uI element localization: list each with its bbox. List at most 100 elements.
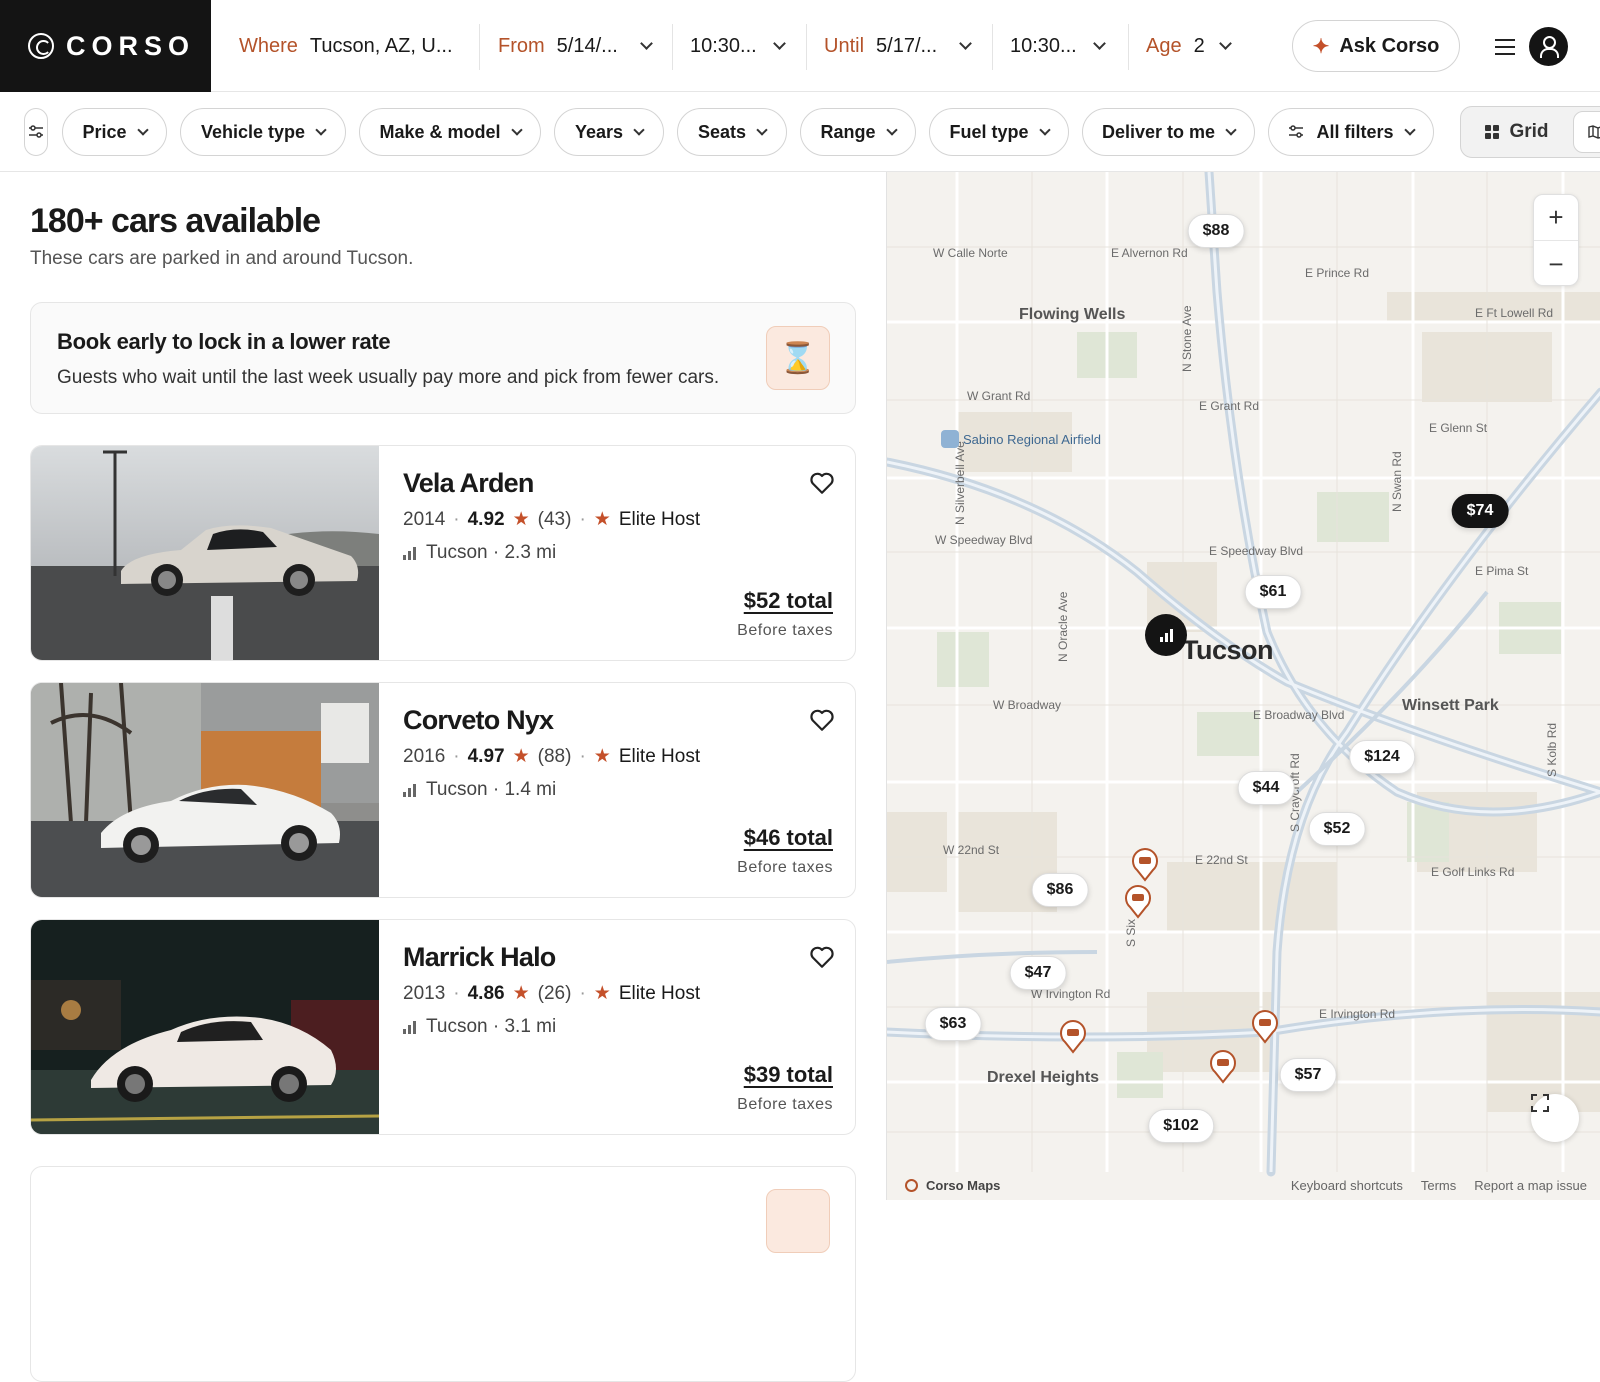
filter-range[interactable]: Range	[800, 108, 916, 156]
hamburger-menu-icon[interactable]	[1495, 39, 1515, 55]
car-marker-icon[interactable]	[1208, 1048, 1238, 1084]
street-label: W Calle Norte	[933, 246, 1008, 260]
zoom-out-button[interactable]: −	[1534, 241, 1578, 287]
filter-price[interactable]: Price	[62, 108, 167, 156]
report-map-issue-link[interactable]: Report a map issue	[1474, 1178, 1587, 1193]
filter-deliver-to-me[interactable]: Deliver to me	[1082, 108, 1255, 156]
car-card[interactable]: Corveto Nyx 2016 · 4.97 ★ (88) · ★ Elite Ho…	[30, 682, 856, 898]
from-label: From	[498, 34, 545, 57]
keyboard-shortcuts-link[interactable]: Keyboard shortcuts	[1291, 1178, 1403, 1193]
car-photo[interactable]	[31, 446, 379, 660]
heart-icon[interactable]	[809, 707, 835, 733]
street-label: E Pima St	[1475, 564, 1529, 578]
car-price[interactable]: $46 total	[744, 825, 833, 851]
car-name[interactable]: Corveto Nyx	[403, 705, 554, 736]
car-marker-icon[interactable]	[1123, 883, 1153, 919]
car-price[interactable]: $39 total	[744, 1062, 833, 1088]
car-price[interactable]: $52 total	[744, 588, 833, 614]
street-label: E Glenn St	[1429, 421, 1488, 435]
divider	[672, 24, 673, 70]
price-pin[interactable]: $52	[1308, 812, 1366, 846]
view-map-button[interactable]	[1573, 111, 1600, 153]
price-pin-selected[interactable]: $74	[1451, 494, 1509, 528]
car-meta: 2014 · 4.92 ★ (43) · ★ Elite Host	[403, 508, 701, 531]
host-badge: Elite Host	[618, 745, 701, 767]
terms-link[interactable]: Terms	[1421, 1178, 1456, 1193]
filter-range-label: Range	[820, 121, 876, 142]
chevron-down-icon	[136, 123, 149, 136]
filter-years[interactable]: Years	[554, 108, 664, 156]
until-date-value: 5/17/...	[876, 34, 938, 57]
from-date-field[interactable]: From 5/14/...	[498, 0, 653, 92]
heart-icon[interactable]	[809, 944, 835, 970]
age-field[interactable]: Age 2	[1146, 0, 1232, 92]
price-pin[interactable]: $44	[1237, 771, 1295, 805]
from-time-value: 10:30...	[690, 34, 757, 57]
signal-bars-icon	[403, 546, 416, 560]
chevron-down-icon	[639, 37, 653, 50]
filter-all-filters[interactable]: All filters	[1268, 108, 1434, 156]
user-avatar-icon[interactable]	[1529, 27, 1568, 66]
price-pin[interactable]: $63	[924, 1007, 982, 1041]
car-card[interactable]	[30, 1166, 856, 1382]
corso-maps-logo-icon	[905, 1179, 918, 1192]
car-marker-icon[interactable]	[1250, 1008, 1280, 1044]
zoom-in-button[interactable]: +	[1534, 195, 1578, 241]
chevron-down-icon	[315, 123, 327, 136]
elite-star-icon: ★	[593, 983, 611, 1004]
chevron-down-icon	[1225, 123, 1237, 136]
chevron-down-icon	[756, 123, 768, 136]
view-grid-button[interactable]: Grid	[1465, 111, 1569, 153]
price-pin[interactable]: $86	[1031, 873, 1089, 907]
from-time-field[interactable]: 10:30...	[690, 0, 786, 92]
age-label: Age	[1146, 34, 1182, 57]
until-time-value: 10:30...	[1010, 34, 1077, 57]
map-footer: Corso Maps Keyboard shortcuts Terms Repo…	[887, 1170, 1600, 1200]
price-pin[interactable]: $61	[1244, 575, 1302, 609]
chevron-down-icon	[1092, 37, 1106, 50]
price-note: Before taxes	[737, 859, 833, 876]
car-reviews: (88)	[537, 745, 572, 767]
until-time-field[interactable]: 10:30...	[1010, 0, 1106, 92]
car-year: 2013	[403, 982, 446, 1004]
map-canvas[interactable]: W Calle Norte E Alvernon Rd E Prince Rd …	[887, 172, 1600, 1200]
city-location-pin[interactable]	[1145, 614, 1187, 656]
price-pin[interactable]: $47	[1009, 956, 1067, 990]
fullscreen-button[interactable]	[1531, 1094, 1579, 1142]
until-date-field[interactable]: Until 5/17/...	[824, 0, 973, 92]
filter-sliders-button[interactable]	[24, 108, 48, 156]
filter-years-label: Years	[574, 121, 624, 142]
ask-corso-button[interactable]: ✦ Ask Corso	[1292, 20, 1460, 72]
heart-icon[interactable]	[809, 470, 835, 496]
filter-all-filters-label: All filters	[1316, 121, 1394, 142]
car-card[interactable]: Vela Arden 2014 · 4.92 ★ (43) · ★ Elite Hos…	[30, 445, 856, 661]
car-location: Tucson · 3.1 mi	[403, 1016, 556, 1038]
price-pin[interactable]: $102	[1148, 1109, 1214, 1143]
price-pin[interactable]: $88	[1187, 214, 1245, 248]
star-icon: ★	[512, 509, 530, 530]
car-marker-icon[interactable]	[1130, 846, 1160, 882]
results-subtitle: These cars are parked in and around Tucs…	[30, 248, 414, 269]
chevron-down-icon	[1403, 123, 1416, 136]
filter-seats[interactable]: Seats	[677, 108, 787, 156]
street-label: E Speedway Blvd	[1209, 544, 1303, 558]
card-badge-icon	[766, 1189, 830, 1253]
price-pin[interactable]: $124	[1349, 740, 1415, 774]
car-photo[interactable]	[31, 683, 379, 897]
where-field[interactable]: Where Tucson, AZ, U...	[239, 0, 453, 92]
brand-logo[interactable]: CORSO	[0, 0, 211, 92]
filter-make-model[interactable]: Make & model	[359, 108, 541, 156]
hourglass-icon: ⌛	[766, 326, 830, 390]
car-card[interactable]: Marrick Halo 2013 · 4.86 ★ (26) · ★ Elite H…	[30, 919, 856, 1135]
logo-mark-icon	[28, 33, 54, 59]
map-panel[interactable]: W Calle Norte E Alvernon Rd E Prince Rd …	[886, 172, 1600, 1200]
car-reviews: (43)	[537, 508, 572, 530]
car-photo[interactable]	[31, 920, 379, 1134]
where-label: Where	[239, 34, 298, 57]
car-name[interactable]: Vela Arden	[403, 468, 534, 499]
car-name[interactable]: Marrick Halo	[403, 942, 556, 973]
filter-vehicle-type[interactable]: Vehicle type	[180, 108, 346, 156]
car-marker-icon[interactable]	[1058, 1018, 1088, 1054]
filter-fuel-type[interactable]: Fuel type	[929, 108, 1069, 156]
price-pin[interactable]: $57	[1279, 1058, 1337, 1092]
